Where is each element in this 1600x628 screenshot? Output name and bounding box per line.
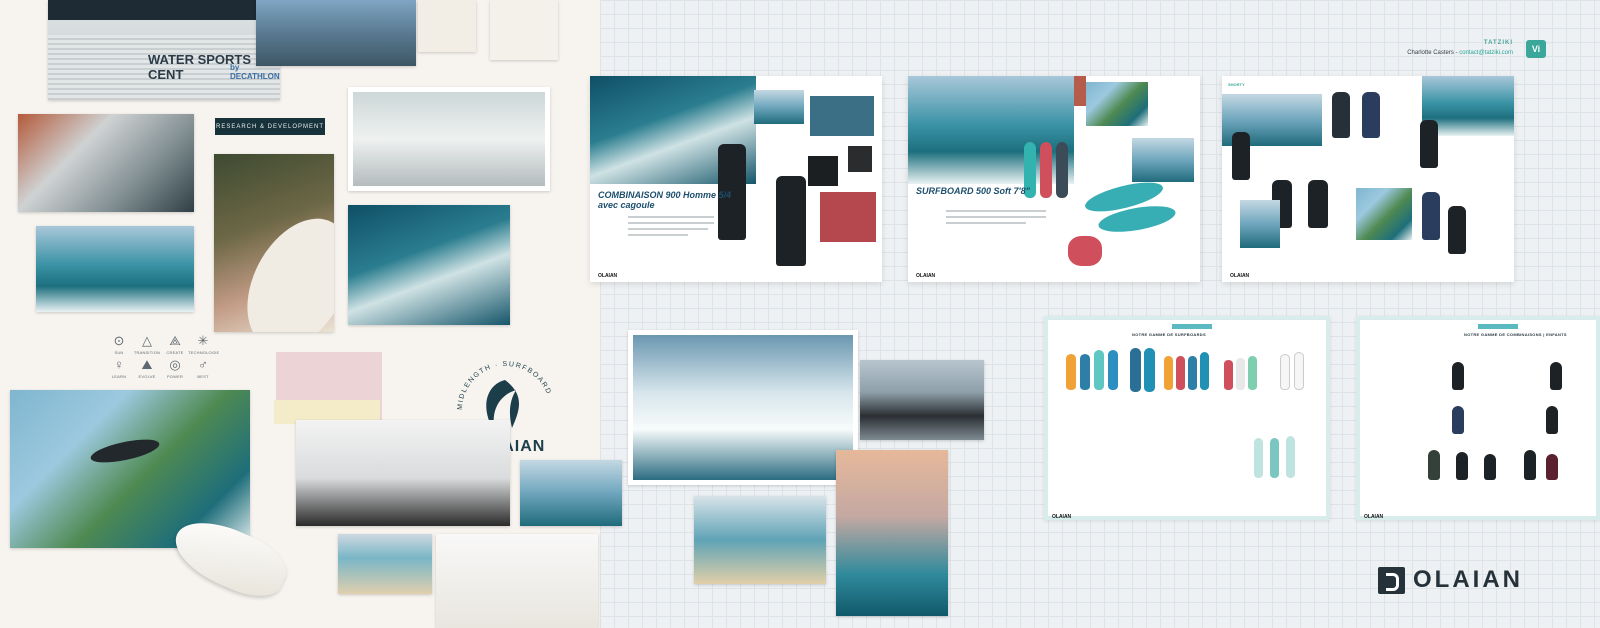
team-photo: [860, 360, 984, 440]
kids-wetsuit-photo: [338, 534, 432, 594]
evolve-icon: ⛰ EVOLVE: [138, 357, 156, 380]
lab-team-photo: [348, 87, 550, 191]
olaian-logo-text: OLAIAN: [1413, 566, 1523, 593]
surfboard-spread: SURFBOARD 500 Soft 7'8" OLAIAN: [908, 76, 1200, 282]
olaian-logo-mark: [1378, 566, 1405, 594]
wetsuits-catalog-footer: OLAIAN: [1364, 514, 1384, 520]
technology-icon: ✳ TECHNOLOGIE: [188, 333, 220, 356]
ocean-aerial-photo: [348, 205, 510, 325]
boards-catalog-footer: OLAIAN: [1052, 514, 1072, 520]
power-icon: ◎ POWER: [166, 357, 184, 380]
shorty-spread: SHORTY OLAIAN: [1222, 76, 1514, 282]
wetsuit-spread-footer: OLAIAN: [598, 273, 618, 279]
agency-logo: Vi: [1526, 40, 1546, 58]
marina-photo: [256, 0, 416, 66]
sketch-photo-2: [490, 0, 558, 60]
big-wave-photo: [628, 330, 858, 485]
olaian-logo: OLAIAN: [1378, 566, 1523, 594]
create-icon: ⟁ CREATE: [166, 333, 184, 356]
boards-catalog-title: NOTRE GAMME DE SURFBOARDS: [1132, 332, 1206, 337]
surfboard-spread-footer: OLAIAN: [916, 273, 936, 279]
contact-line: Charlotte Casters - contact@tatziki.com: [1407, 50, 1513, 56]
shorty-spread-footer: OLAIAN: [1230, 273, 1250, 279]
best-icon: ♂ BEST: [197, 357, 209, 380]
sun-icon: ⊙ SUN: [113, 333, 125, 356]
agency-name: TATZIKI: [1483, 40, 1513, 46]
sketch-photo-1: [418, 0, 476, 52]
surfer-girl-photo: [214, 154, 334, 332]
wetsuit-spread-title: COMBINAISON 900 Homme 5/4 avec cagoule: [598, 190, 732, 210]
wetsuits-catalog-title: NOTRE GAMME DE COMBINAISONS | ENFANTS: [1464, 332, 1567, 337]
boards-catalog-sheet: NOTRE GAMME DE SURFBOARDS OLAIAN: [1044, 316, 1330, 520]
water-sports-center-photo: WATER SPORTS CENT by DECATHLON: [48, 0, 280, 100]
wetsuit-spread: COMBINAISON 900 Homme 5/4 avec cagoule O…: [590, 76, 882, 282]
wetsuits-catalog-sheet: NOTRE GAMME DE COMBINAISONS | ENFANTS OL…: [1356, 316, 1600, 520]
wave-photo: [36, 226, 194, 312]
contact-email[interactable]: contact@tatziki.com: [1459, 50, 1513, 56]
sunset-surf-photo: [836, 450, 948, 616]
contact-name: Charlotte Casters -: [1407, 50, 1460, 56]
learn-icon: ♀ LEARN: [111, 357, 127, 380]
shaper-design-photo: [296, 420, 510, 526]
surfboard-spread-title: SURFBOARD 500 Soft 7'8": [916, 186, 1030, 196]
aerial-building-photo: [18, 114, 194, 212]
rd-badge: RESEARCH & DEVELOPMENT: [215, 118, 325, 135]
shorty-spread-title: SHORTY: [1228, 82, 1245, 87]
board-inspection-photo: [436, 534, 598, 628]
surf-turn-photo: [520, 460, 622, 526]
transition-icon: △ TRANSITION: [133, 333, 161, 356]
kids-beach-photo: [694, 496, 826, 584]
